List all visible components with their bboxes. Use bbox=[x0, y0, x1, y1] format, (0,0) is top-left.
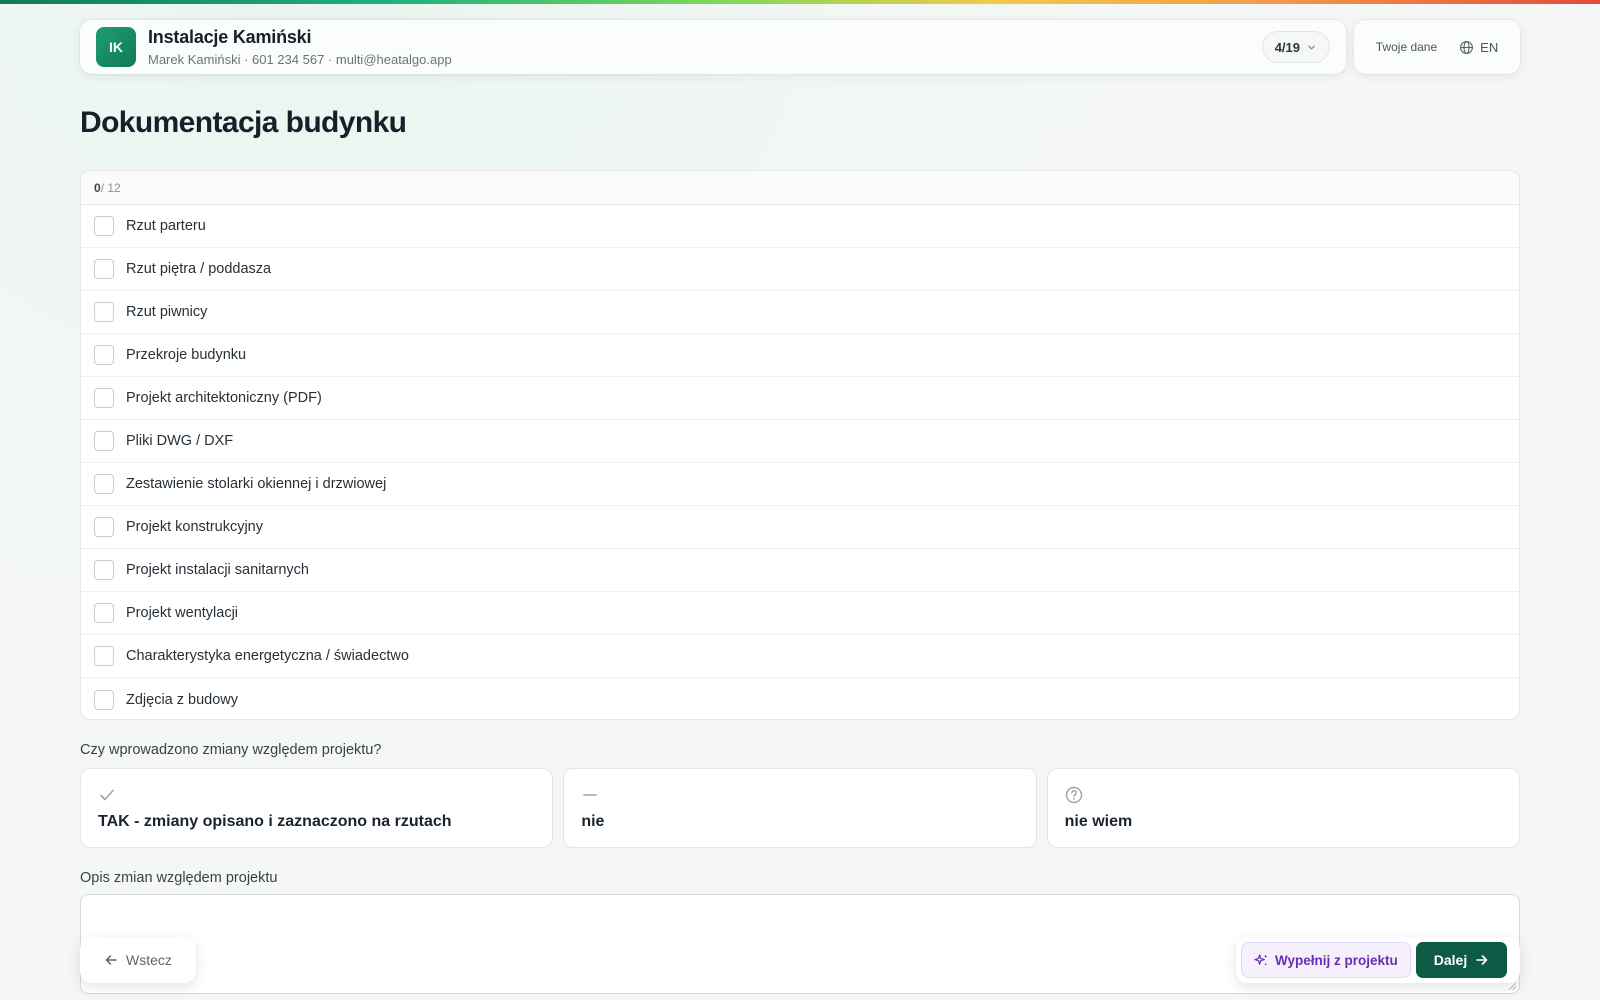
language-switcher[interactable]: EN bbox=[1459, 40, 1498, 55]
option-yes[interactable]: TAK - zmiany opisano i zaznaczono na rzu… bbox=[80, 768, 554, 848]
next-button[interactable]: Dalej bbox=[1415, 942, 1508, 978]
option-dont-know-label: nie wiem bbox=[1064, 813, 1133, 830]
checkbox[interactable] bbox=[94, 302, 114, 322]
checklist-item-label: Pliki DWG / DXF bbox=[126, 433, 234, 449]
checklist-item[interactable]: Rzut piwnicy bbox=[81, 291, 1519, 334]
checkbox[interactable] bbox=[94, 603, 114, 623]
checklist-item[interactable]: Przekroje budynku bbox=[81, 334, 1519, 377]
checkbox[interactable] bbox=[94, 474, 114, 494]
checklist-item-label: Przekroje budynku bbox=[126, 347, 247, 363]
documents-checklist: 0 / 12 Rzut parteru Rzut piętra / poddasz… bbox=[80, 170, 1520, 720]
arrow-right-icon bbox=[1476, 955, 1488, 965]
changes-description-label: Opis zmian względem projektu bbox=[80, 870, 278, 886]
option-dont-know[interactable]: nie wiem bbox=[1046, 768, 1520, 848]
page-title: Dokumentacja budynku bbox=[80, 106, 407, 139]
checklist-item-label: Rzut parteru bbox=[126, 218, 206, 234]
checklist-item-label: Rzut piętra / poddasza bbox=[126, 261, 272, 277]
checkbox[interactable] bbox=[94, 689, 114, 710]
your-data-link[interactable]: Twoje dane bbox=[1376, 40, 1437, 54]
header-card: IK Instalacje Kamiński Marek Kamiński · … bbox=[80, 20, 1346, 74]
checklist-item-label: Projekt konstrukcyjny bbox=[126, 519, 263, 535]
fill-from-project-label: Wypełnij z projektu bbox=[1275, 952, 1398, 968]
checkbox[interactable] bbox=[94, 431, 114, 451]
checklist-item[interactable]: Rzut parteru bbox=[81, 205, 1519, 248]
option-yes-label: TAK - zmiany opisano i zaznaczono na rzu… bbox=[98, 813, 452, 830]
checklist-item[interactable]: Rzut piętra / poddasza bbox=[81, 248, 1519, 291]
question-circle-icon bbox=[1065, 786, 1082, 804]
checklist-item-label: Projekt wentylacji bbox=[126, 605, 239, 621]
action-bar: Wypełnij z projektu Dalej bbox=[1236, 937, 1520, 983]
chevron-down-icon bbox=[1308, 44, 1315, 50]
checklist-item[interactable]: Pliki DWG / DXF bbox=[81, 420, 1519, 463]
checklist-item[interactable]: Projekt wentylacji bbox=[81, 592, 1519, 635]
step-indicator: 4/19 bbox=[1274, 39, 1300, 55]
company-avatar: IK bbox=[96, 27, 136, 67]
checklist-item-label: Projekt architektoniczny (PDF) bbox=[126, 390, 322, 406]
checklist-item-label: Zdjęcia z budowy bbox=[126, 691, 239, 708]
checkbox[interactable] bbox=[94, 216, 114, 236]
language-label: EN bbox=[1480, 39, 1499, 55]
total-count: / 12 bbox=[100, 180, 121, 195]
side-card: Twoje dane EN bbox=[1354, 20, 1520, 74]
checklist-item[interactable]: Zestawienie stolarki okiennej i drzwiowe… bbox=[81, 463, 1519, 506]
checklist-item-label: Charakterystyka energetyczna / świadectw… bbox=[126, 648, 409, 664]
sparkles-icon bbox=[1254, 953, 1268, 966]
checkbox[interactable] bbox=[94, 560, 114, 580]
checkbox[interactable] bbox=[94, 259, 114, 279]
changes-options: TAK - zmiany opisano i zaznaczono na rzu… bbox=[80, 768, 1520, 848]
checklist-item[interactable]: Charakterystyka energetyczna / świadectw… bbox=[81, 635, 1519, 678]
company-name: Instalacje Kamiński bbox=[148, 27, 312, 47]
checklist-item[interactable]: Projekt architektoniczny (PDF) bbox=[81, 377, 1519, 420]
globe-icon bbox=[1460, 40, 1474, 54]
checked-count: 0 bbox=[94, 180, 101, 195]
check-icon bbox=[100, 789, 114, 801]
checkbox[interactable] bbox=[94, 388, 114, 408]
back-button-label: Wstecz bbox=[126, 952, 172, 968]
arrow-left-icon bbox=[105, 955, 117, 965]
checklist-counter: 0 / 12 bbox=[81, 171, 1519, 205]
checklist-item[interactable]: Zdjęcia z budowy bbox=[81, 678, 1519, 719]
checklist-item[interactable]: Projekt instalacji sanitarnych bbox=[81, 549, 1519, 592]
option-no[interactable]: nie bbox=[563, 768, 1037, 848]
back-button[interactable]: Wstecz bbox=[80, 937, 196, 983]
checklist-item[interactable]: Projekt konstrukcyjny bbox=[81, 506, 1519, 549]
checkbox[interactable] bbox=[94, 345, 114, 365]
checklist-item-label: Zestawienie stolarki okiennej i drzwiowe… bbox=[126, 476, 387, 492]
top-progress-stripe bbox=[0, 0, 1600, 4]
company-info: Instalacje Kamiński Marek Kamiński · 601… bbox=[148, 27, 452, 67]
checkbox[interactable] bbox=[94, 517, 114, 537]
checklist-item-label: Rzut piwnicy bbox=[126, 304, 208, 320]
checkbox[interactable] bbox=[94, 646, 114, 666]
company-contact: Marek Kamiński · 601 234 567 · multi@hea… bbox=[148, 52, 452, 67]
dash-icon bbox=[583, 794, 598, 796]
option-no-label: nie bbox=[581, 813, 605, 830]
checklist-item-label: Projekt instalacji sanitarnych bbox=[126, 562, 309, 578]
changes-question-label: Czy wprowadzono zmiany względem projektu… bbox=[80, 742, 382, 758]
step-selector[interactable]: 4/19 bbox=[1261, 31, 1330, 63]
fill-from-project-button[interactable]: Wypełnij z projektu bbox=[1241, 942, 1411, 978]
next-button-label: Dalej bbox=[1433, 952, 1468, 968]
